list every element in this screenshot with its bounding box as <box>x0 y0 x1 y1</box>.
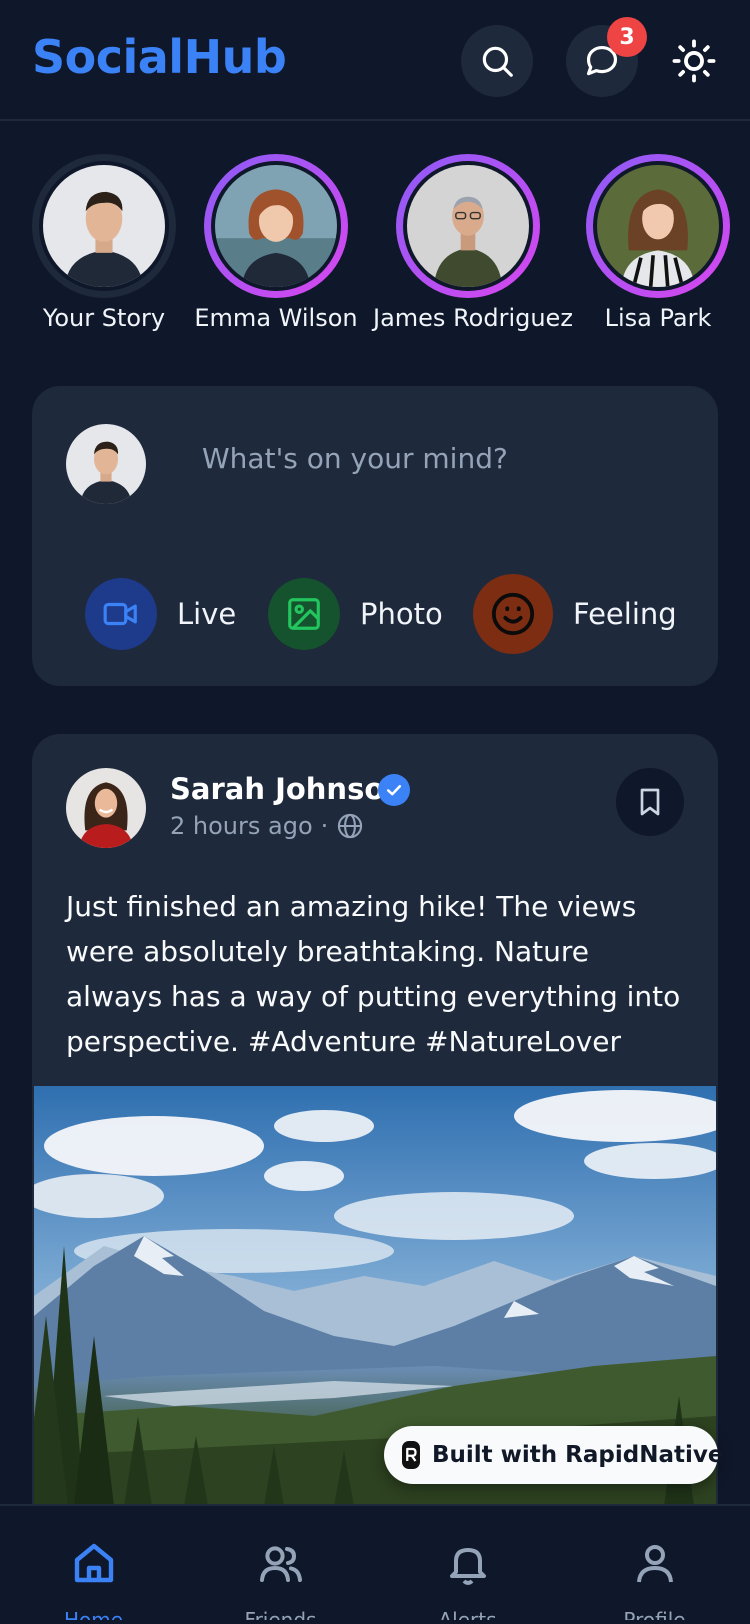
smile-icon <box>491 592 535 636</box>
nav-label: Profile <box>623 1608 686 1620</box>
nav-home[interactable]: Home <box>0 1506 187 1624</box>
app-logo[interactable]: SocialHub <box>32 30 287 84</box>
story-name: Your Story <box>42 304 166 332</box>
avatar <box>407 165 529 287</box>
avatar <box>215 165 337 287</box>
image-icon <box>288 598 320 630</box>
story-name: Lisa Park <box>604 304 712 332</box>
built-with-label: Built with RapidNative <box>432 1442 724 1468</box>
verified-badge-icon <box>378 774 410 806</box>
live-button[interactable]: Live <box>85 576 236 652</box>
avatar <box>43 165 165 287</box>
avatar <box>597 165 719 287</box>
bottom-navigation: Home Friends Alerts Profile <box>0 1504 750 1624</box>
search-button[interactable] <box>461 25 533 97</box>
post-text: Just finished an amazing hike! The views… <box>66 890 681 1058</box>
story-ring <box>586 154 730 298</box>
nav-label: Friends <box>244 1608 317 1620</box>
built-with-badge[interactable]: Built with RapidNative <box>384 1426 723 1484</box>
story-james-rodriguez[interactable]: James Rodriguez <box>373 152 573 342</box>
live-label: Live <box>177 597 237 631</box>
users-icon <box>260 1546 302 1582</box>
nav-alerts[interactable]: Alerts <box>374 1506 561 1624</box>
story-name: James Rodriguez <box>373 304 573 332</box>
globe-icon <box>338 813 363 839</box>
photo-label: Photo <box>360 597 443 631</box>
feeling-button[interactable]: Feeling <box>473 574 677 654</box>
stories-row: Your Story Emma Wilson James Rodriguez L… <box>0 152 750 352</box>
story-ring <box>396 154 540 298</box>
meta-separator: · <box>320 812 329 840</box>
photo-button[interactable]: Photo <box>268 576 443 652</box>
current-user-avatar[interactable] <box>66 424 146 504</box>
story-ring <box>32 154 176 298</box>
nav-profile[interactable]: Profile <box>561 1506 748 1624</box>
bookmark-button[interactable] <box>616 768 684 836</box>
whats-on-your-mind-input[interactable]: What's on your mind? <box>202 442 682 475</box>
story-your-story[interactable]: Your Story <box>9 152 199 342</box>
story-name: Emma Wilson <box>194 304 358 332</box>
story-emma-wilson[interactable]: Emma Wilson <box>181 152 371 342</box>
nav-label: Alerts <box>438 1608 497 1620</box>
post-composer: What's on your mind? Live Photo Feeling <box>32 386 718 686</box>
feeling-label: Feeling <box>573 597 677 631</box>
notification-badge: 3 <box>607 17 647 57</box>
nav-friends[interactable]: Friends <box>187 1506 374 1624</box>
post-meta: 2 hours ago · <box>170 812 364 840</box>
search-icon <box>482 46 513 77</box>
bell-icon <box>450 1548 486 1585</box>
story-lisa-park[interactable]: Lisa Park <box>563 152 750 342</box>
story-ring <box>204 154 348 298</box>
author-name[interactable]: Sarah Johnson <box>170 772 405 806</box>
video-icon <box>103 602 137 626</box>
sun-icon <box>672 39 716 83</box>
bookmark-icon <box>640 788 660 816</box>
author-avatar[interactable] <box>66 768 146 848</box>
feed-post: Sarah Johnson 2 hours ago · Just finishe… <box>32 734 718 1624</box>
theme-toggle-button[interactable] <box>666 30 722 92</box>
post-time: 2 hours ago <box>170 812 313 840</box>
app-header: SocialHub 3 <box>0 0 750 121</box>
rapidnative-logo-icon <box>402 1441 420 1469</box>
nav-label: Home <box>63 1608 124 1620</box>
home-icon <box>74 1543 114 1583</box>
user-icon <box>637 1545 673 1583</box>
